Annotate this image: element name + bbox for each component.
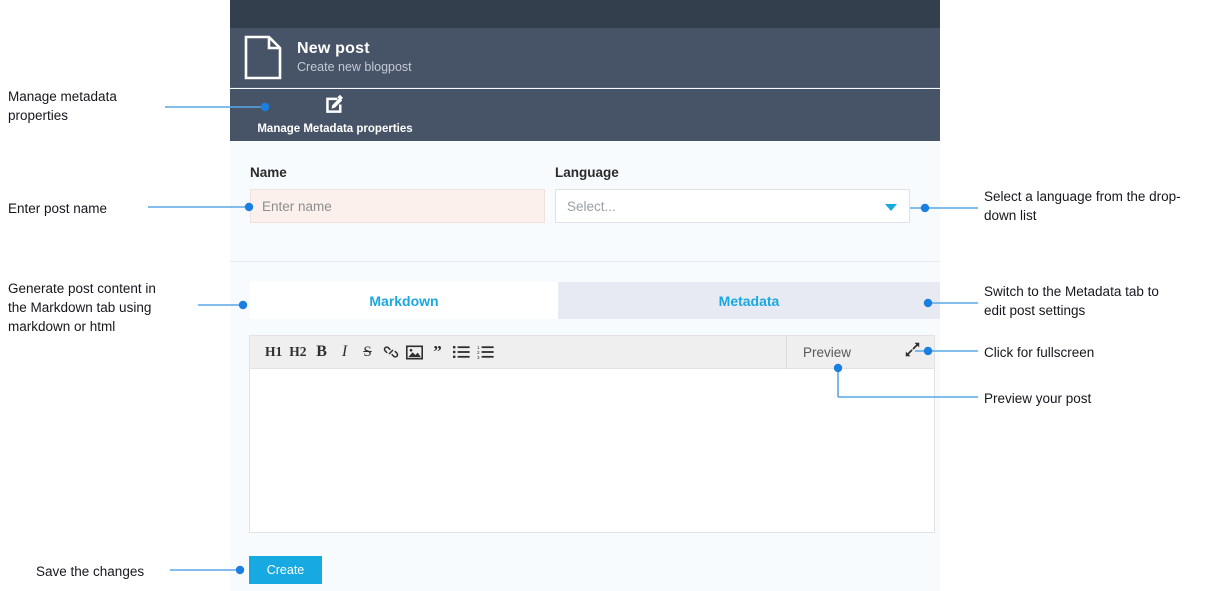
manage-metadata-button[interactable]: Manage Metadata properties [244,91,426,139]
manage-metadata-label: Manage Metadata properties [257,123,413,135]
screenshot-root: New post Create new blogpost Manage Meta… [0,0,1230,591]
svg-text:3: 3 [477,355,480,359]
heading-1-icon[interactable]: H1 [265,342,282,362]
header-text-block: New post Create new blogpost [297,40,412,74]
chevron-down-icon [885,204,897,211]
tab-metadata[interactable]: Metadata [558,282,940,319]
tab-markdown[interactable]: Markdown [250,282,558,319]
preview-button[interactable]: Preview [803,345,851,360]
language-select[interactable]: Select... [555,189,910,223]
markdown-editor: H1 H2 B I S ” 1 2 3 Preview [249,335,935,533]
markdown-tool-icons: H1 H2 B I S ” 1 2 3 [250,342,786,362]
markdown-toolbar: H1 H2 B I S ” 1 2 3 Preview [250,335,934,369]
annotation-enter-post-name: Enter post name [8,201,108,216]
preview-zone: Preview [786,335,934,369]
markdown-textarea[interactable] [250,369,934,532]
page-subtitle: Create new blogpost [297,59,412,74]
name-input[interactable]: Enter name [250,189,545,223]
annotation-select-language: Select a language from the drop-down lis… [984,189,1181,224]
annotation-switch-metadata: Switch to the Metadata tab to edit post s… [984,284,1159,319]
expand-arrows-icon[interactable] [905,342,920,362]
language-label: Language [555,165,619,180]
language-field-group: Language Select... [555,165,910,223]
heading-2-icon[interactable]: H2 [289,342,306,362]
annotation-generate-content: Generate post content in the Markdown tab… [8,281,156,335]
annotation-click-fullscreen: Click for fullscreen [984,345,1095,360]
form-footer: Create [230,534,940,591]
create-button[interactable]: Create [249,556,322,584]
italic-icon[interactable]: I [337,342,353,362]
name-field-group: Name Enter name [250,165,545,223]
unordered-list-icon[interactable] [452,342,470,362]
name-label: Name [250,165,287,180]
strikethrough-icon[interactable]: S [360,342,376,362]
document-icon [244,35,282,80]
language-select-value: Select... [567,198,616,214]
action-toolbar: Manage Metadata properties [230,89,940,141]
page-title: New post [297,40,370,58]
link-icon[interactable] [383,342,399,362]
quote-icon[interactable]: ” [430,342,446,362]
editor-tabs: Markdown Metadata [250,282,940,319]
annotation-manage-metadata: Manage metadata properties [8,89,117,124]
bold-icon[interactable]: B [314,342,330,362]
ordered-list-icon[interactable]: 1 2 3 [477,342,494,362]
app-window: New post Create new blogpost Manage Meta… [230,0,940,591]
form-panel: Name Enter name Language Select... [230,141,940,262]
annotation-preview-post: Preview your post [984,391,1092,406]
page-header: New post Create new blogpost [230,28,940,88]
annotation-save-changes: Save the changes [36,564,145,579]
image-icon[interactable] [405,342,423,362]
window-topbar [230,0,940,28]
edit-pencil-icon [325,94,345,119]
